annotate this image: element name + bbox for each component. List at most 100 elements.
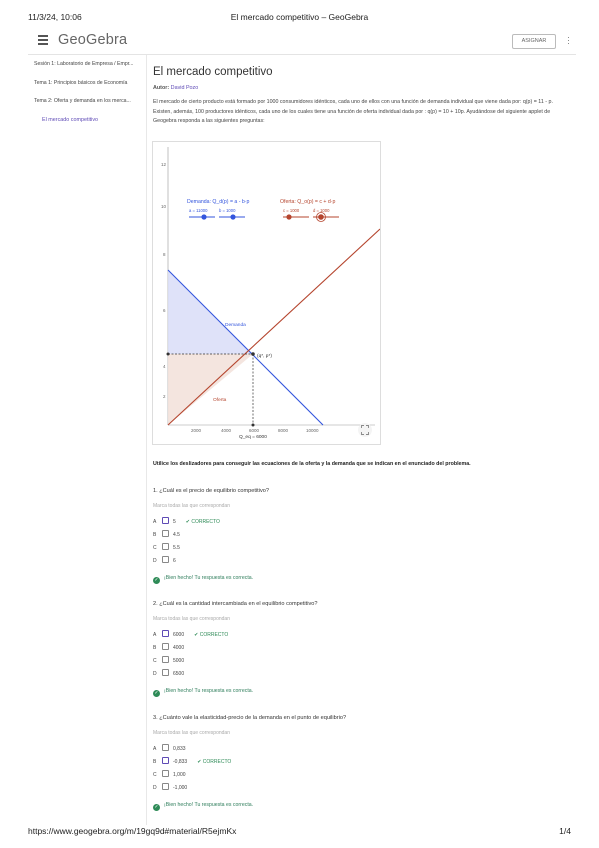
checkbox[interactable] [162, 556, 169, 563]
question-2-feedback: ✓ ¡Bien hecho! Tu respuesta es correcta. [153, 688, 253, 697]
supply-equation: Oferta: Q_o(p) = c + d·p [280, 199, 335, 205]
check-circle-icon: ✓ [153, 577, 160, 584]
y-tick-label: 6 [163, 308, 166, 313]
option-letter: D [153, 671, 157, 677]
print-page-title: El mercado competitivo – GeoGebra [230, 12, 369, 22]
question-2-option-c[interactable]: C 5000 [153, 656, 184, 665]
option-text: 0,833 [173, 746, 186, 752]
checkbox[interactable] [162, 543, 169, 550]
page-title: El mercado competitivo [153, 66, 273, 78]
option-letter: D [153, 785, 157, 791]
sidebar-item-tema-2[interactable]: Tema 2: Oferta y demanda en los merca... [34, 98, 138, 104]
checkbox[interactable] [162, 643, 169, 650]
option-text: -1,000 [173, 785, 188, 791]
x-tick-label: 8000 [278, 428, 289, 433]
question-3-feedback: ✓ ¡Bien hecho! Tu respuesta es correcta. [153, 802, 253, 811]
check-circle-icon: ✓ [153, 804, 160, 811]
option-text: -0,833 [173, 759, 188, 765]
quantity-axis-point [251, 423, 255, 427]
sidebar: Sesión 1: Laboratorio de Empresa / Empr.… [28, 55, 147, 825]
checkbox[interactable] [162, 656, 169, 663]
checkbox[interactable] [162, 783, 169, 790]
y-tick-label: 10 [161, 204, 167, 209]
question-2-option-a[interactable]: A 6000 ✔ CORRECTO [153, 630, 228, 639]
option-text: 5.5 [173, 545, 180, 551]
checkbox[interactable] [162, 530, 169, 537]
question-1-option-a[interactable]: A 5 ✔ CORRECTO [153, 517, 220, 526]
top-bar: GeoGebra ASIGNAR · · · [28, 28, 576, 55]
option-letter: A [153, 519, 157, 525]
sidebar-item-tema-1[interactable]: Tema 1: Principios básicos de Economía [34, 80, 138, 86]
correct-badge: ✔ CORRECTO [194, 632, 229, 638]
x-tick-label: 2000 [191, 428, 202, 433]
option-letter: C [153, 545, 157, 551]
correct-badge: ✔ CORRECTO [185, 519, 220, 525]
more-options-icon[interactable]: · · · [567, 33, 570, 48]
option-letter: B [153, 759, 157, 765]
slider-a-handle[interactable] [201, 214, 207, 220]
checkbox[interactable] [162, 669, 169, 676]
feedback-text: ¡Bien hecho! Tu respuesta es correcta. [164, 575, 254, 581]
y-tick-label: 8 [163, 252, 166, 257]
geogebra-logo[interactable]: GeoGebra [58, 32, 127, 48]
question-2-option-d[interactable]: D 6500 [153, 669, 184, 678]
question-3-option-a[interactable]: A 0,833 [153, 744, 186, 753]
question-3-hint: Marca todas las que correspondan [153, 730, 230, 736]
question-1-option-c[interactable]: C 5.5 [153, 543, 180, 552]
question-3-option-b[interactable]: B -0,833 ✔ CORRECTO [153, 757, 231, 766]
demand-equation: Demanda: Q_d(p) = a - b·p [187, 199, 250, 205]
sidebar-item-el-mercado-competitivo[interactable]: El mercado competitivo [42, 117, 98, 123]
correct-label: CORRECTO [191, 519, 220, 525]
x-tick-label: 10000 [306, 428, 319, 433]
slider-b-label: b = 1000 [219, 208, 236, 213]
author-link[interactable]: David Pozo [171, 85, 199, 91]
option-letter: A [153, 632, 157, 638]
fullscreen-icon[interactable] [358, 423, 372, 437]
question-3-option-d[interactable]: D -1,000 [153, 783, 187, 792]
feedback-text: ¡Bien hecho! Tu respuesta es correcta. [164, 688, 254, 694]
question-1-option-b[interactable]: B 4.5 [153, 530, 180, 539]
option-letter: B [153, 645, 157, 651]
print-page-number: 1/4 [559, 826, 571, 836]
checkbox-checked[interactable] [162, 517, 169, 524]
option-text: 5000 [173, 658, 185, 664]
assign-button[interactable]: ASIGNAR [512, 34, 556, 49]
producer-surplus-area [168, 354, 253, 425]
sidebar-item-session-1[interactable]: Sesión 1: Laboratorio de Empresa / Empr.… [34, 61, 138, 67]
checkbox-checked[interactable] [162, 757, 169, 764]
question-2-text: 2. ¿Cuál es la cantidad intercambiada en… [153, 601, 318, 607]
question-1-feedback: ✓ ¡Bien hecho! Tu respuesta es correcta. [153, 575, 253, 584]
question-1-text: 1. ¿Cuál es el precio de equilibrio comp… [153, 488, 269, 494]
slider-b-handle[interactable] [230, 214, 236, 220]
menu-icon[interactable] [38, 35, 48, 47]
correct-badge: ✔ CORRECTO [197, 759, 232, 765]
slider-d-handle[interactable] [318, 214, 324, 220]
x-tick-label: 6000 [249, 428, 260, 433]
demand-curve-label: Demanda [225, 322, 246, 328]
question-2-option-b[interactable]: B 4000 [153, 643, 184, 652]
option-letter: C [153, 772, 157, 778]
slider-c-handle[interactable] [286, 214, 292, 220]
option-text: 1,000 [173, 772, 186, 778]
equilibrium-point[interactable] [251, 352, 255, 356]
geogebra-applet[interactable]: 12 10 8 6 4 2 2000 4000 6000 8000 10000 … [152, 141, 381, 445]
equilibrium-label: (q*, p*) [257, 353, 272, 359]
y-tick-label: 4 [163, 364, 166, 369]
option-text: 6 [173, 558, 176, 564]
option-letter: A [153, 746, 157, 752]
applet-graph[interactable]: 12 10 8 6 4 2 2000 4000 6000 8000 10000 … [153, 142, 381, 444]
option-letter: D [153, 558, 157, 564]
checkbox[interactable] [162, 770, 169, 777]
option-text: 4.5 [173, 532, 180, 538]
question-3-option-c[interactable]: C 1,000 [153, 770, 186, 779]
question-1-option-d[interactable]: D6 [153, 556, 176, 565]
y-tick-label: 12 [161, 162, 167, 167]
question-2-hint: Marca todas las que correspondan [153, 616, 230, 622]
feedback-text: ¡Bien hecho! Tu respuesta es correcta. [164, 802, 254, 808]
x-tick-label: 4000 [221, 428, 232, 433]
supply-curve-label: Oferta [213, 397, 227, 403]
slider-c-label: c = 1000 [283, 208, 300, 213]
author-label: Autor: [153, 85, 170, 91]
checkbox[interactable] [162, 744, 169, 751]
checkbox-checked[interactable] [162, 630, 169, 637]
